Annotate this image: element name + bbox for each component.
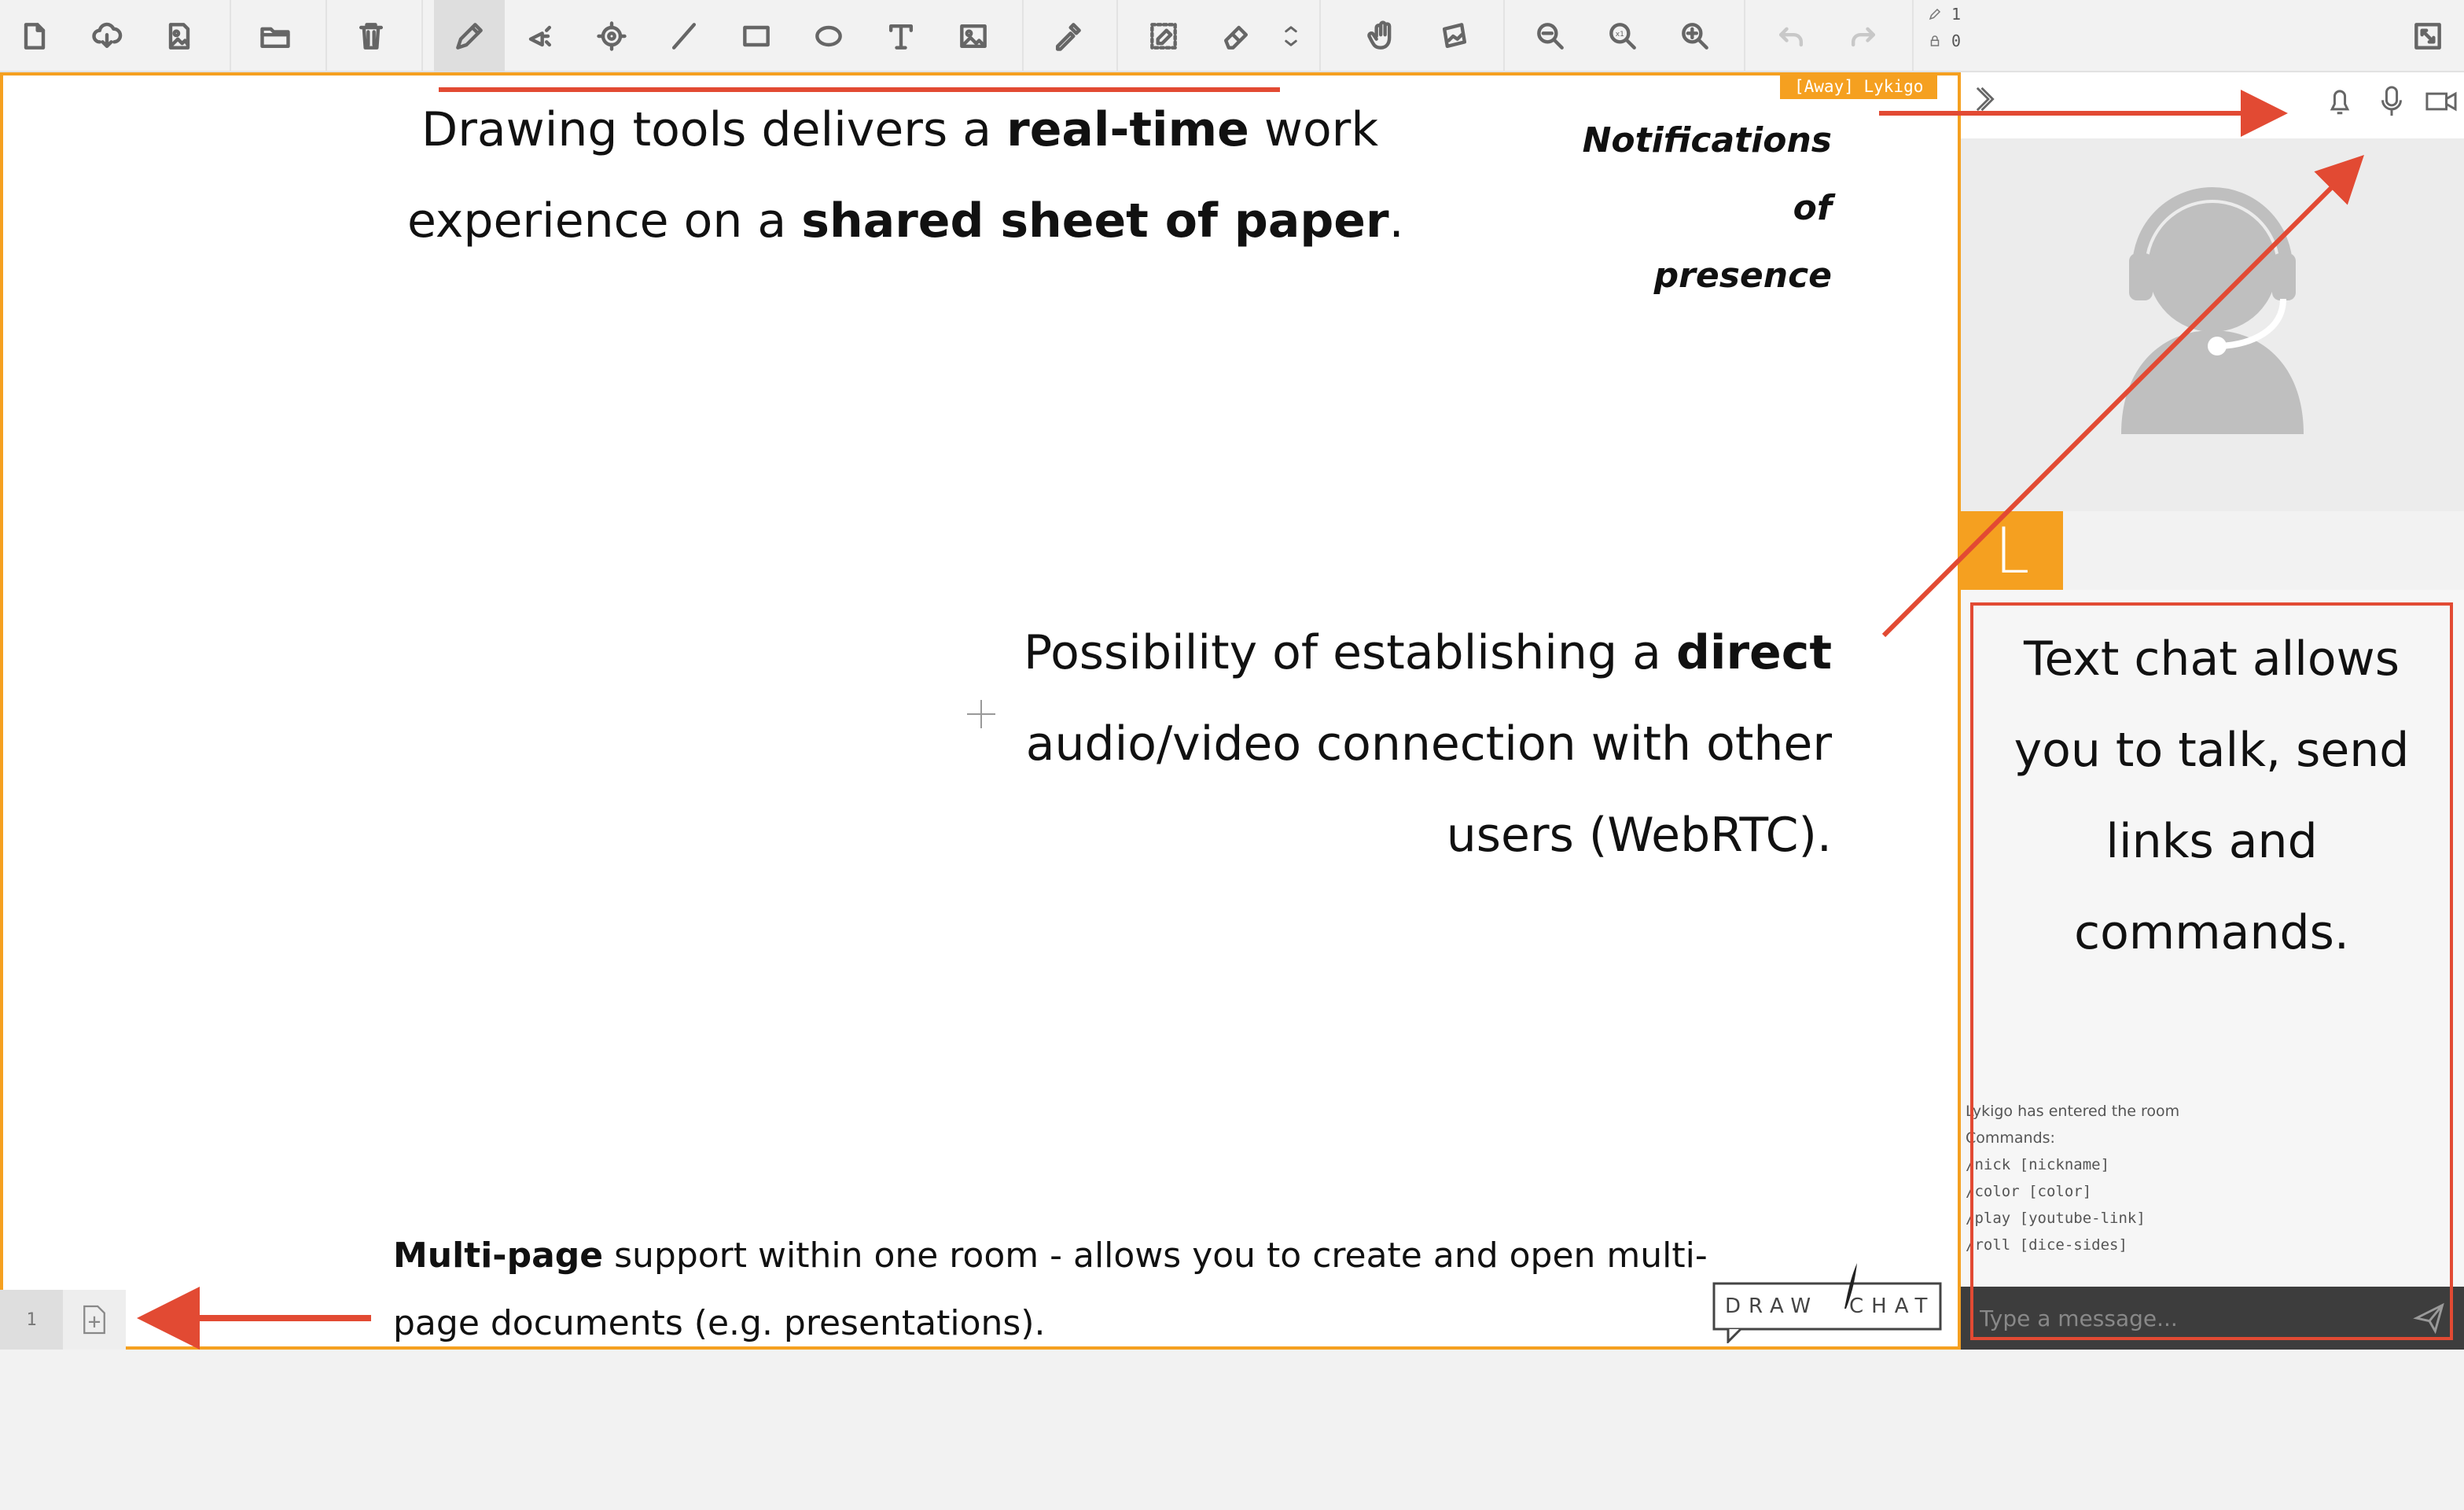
chat-highlight-box xyxy=(1970,602,2453,1340)
toolbar: x1 1 0 xyxy=(0,0,2464,72)
lock-count-value: 0 xyxy=(1951,31,1962,50)
webrtc-note-line1: Possibility of establishing a direct xyxy=(1024,625,1832,680)
text-icon[interactable] xyxy=(868,3,934,69)
video-avatar-area xyxy=(1961,138,2464,511)
notifications-note-line1: Notifications of xyxy=(1582,120,1832,228)
image-export-icon[interactable] xyxy=(146,3,212,69)
image-move-icon[interactable] xyxy=(1421,3,1488,69)
add-page-icon xyxy=(83,1305,105,1335)
pencil-icon[interactable] xyxy=(434,0,505,72)
user-badge-lykigo[interactable]: L xyxy=(1961,511,2063,590)
notification-bell-icon[interactable] xyxy=(2324,83,2356,123)
notifications-note-line2: presence xyxy=(1653,256,1832,296)
collapse-panel-icon[interactable] xyxy=(1975,83,2002,118)
user-avatar-icon xyxy=(2121,187,2304,434)
zoom-out-icon[interactable] xyxy=(1517,3,1583,69)
pencil-count-value: 1 xyxy=(1951,5,1962,24)
ellipse-icon[interactable] xyxy=(796,3,862,69)
new-document-icon[interactable] xyxy=(2,3,68,69)
cloud-download-icon[interactable] xyxy=(74,3,140,69)
spray-icon[interactable] xyxy=(506,3,572,69)
zoom-reset-icon[interactable]: x1 xyxy=(1590,3,1656,69)
multipage-note-line2: page documents (e.g. presentations). xyxy=(393,1303,1046,1343)
notifications-note: Notifications of presence xyxy=(1533,107,1832,310)
brush-icon[interactable] xyxy=(579,3,645,69)
logo-text-chat: CHAT xyxy=(1849,1295,1936,1318)
page-number: 1 xyxy=(26,1309,37,1330)
undo-icon[interactable] xyxy=(1758,3,1824,69)
zoom-in-icon[interactable] xyxy=(1662,3,1728,69)
folder-open-icon[interactable] xyxy=(242,3,308,69)
eyedropper-icon[interactable] xyxy=(1035,3,1101,69)
webrtc-note: Possibility of establishing a direct aud… xyxy=(991,607,1832,881)
image-insert-icon[interactable] xyxy=(940,3,1006,69)
drawing-tools-note-line1: Drawing tools delivers a real-time work xyxy=(421,102,1379,157)
multipage-note-line1: Multi-page support within one room - all… xyxy=(393,1236,1708,1276)
svg-text:x1: x1 xyxy=(1616,30,1624,39)
hand-icon[interactable] xyxy=(1349,3,1415,69)
trash-icon[interactable] xyxy=(338,3,404,69)
eraser-icon[interactable] xyxy=(1203,3,1269,69)
line-icon[interactable] xyxy=(651,3,717,69)
drawing-tools-note-line2: experience on a shared sheet of paper. xyxy=(407,193,1404,249)
pencil-count: 1 xyxy=(1928,5,1961,24)
page-tab-1[interactable]: 1 xyxy=(0,1290,63,1350)
multipage-note: Multi-page support within one room - all… xyxy=(393,1222,1708,1357)
drawchat-logo: DRAW CHAT xyxy=(1711,1260,1944,1345)
microphone-icon[interactable] xyxy=(2376,83,2407,123)
user-presence-tag: [Away] Lykigo xyxy=(1780,74,1938,99)
lock-count: 0 xyxy=(1928,31,1961,50)
arrow-up-down-icon[interactable] xyxy=(1275,3,1307,69)
rectangle-icon[interactable] xyxy=(723,3,789,69)
add-page-button[interactable] xyxy=(63,1290,126,1350)
webrtc-note-line2: audio/video connection with other xyxy=(1025,716,1832,772)
selection-eraser-icon[interactable] xyxy=(1131,3,1197,69)
fullscreen-icon[interactable] xyxy=(2395,3,2461,69)
crosshair-cursor-icon xyxy=(965,698,997,730)
webrtc-note-line3: users (WebRTC). xyxy=(1446,808,1832,863)
logo-text-draw: DRAW xyxy=(1725,1295,1819,1318)
video-camera-icon[interactable] xyxy=(2423,83,2459,123)
redo-icon[interactable] xyxy=(1830,3,1896,69)
